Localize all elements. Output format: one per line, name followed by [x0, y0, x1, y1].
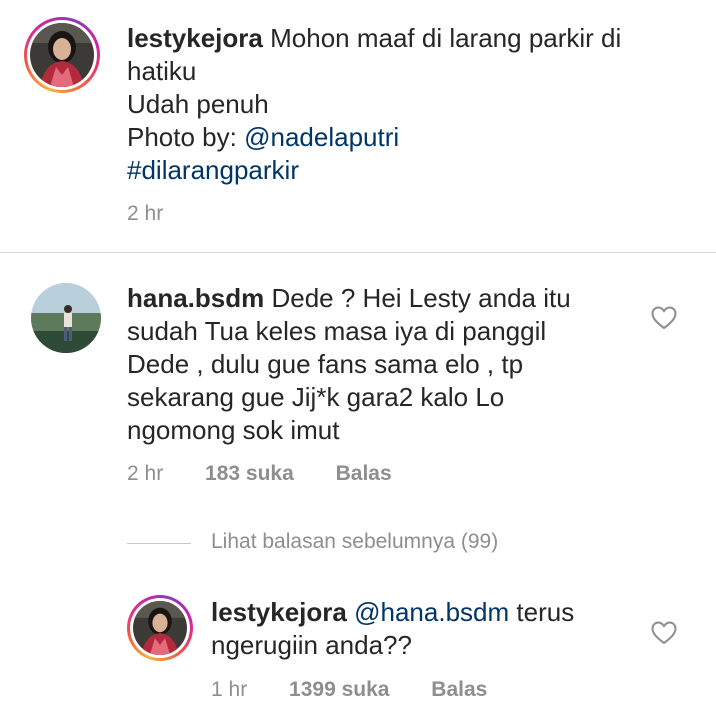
- avatar-photo: [133, 601, 187, 655]
- photo-credit-mention[interactable]: @nadelaputri: [244, 122, 399, 152]
- comment-like-count[interactable]: 183 suka: [205, 462, 294, 485]
- comment-text-line5: ngomong sok imut: [127, 415, 340, 445]
- replies-line: [127, 543, 191, 544]
- comment-meta: 2 hr 183 suka Balas: [127, 462, 392, 486]
- comment-timestamp: 2 hr: [127, 462, 164, 485]
- post-author-username[interactable]: lestykejora: [127, 23, 263, 53]
- caption-text: Mohon maaf di larang parkir di: [270, 23, 622, 53]
- view-previous-replies-button[interactable]: Lihat balasan sebelumnya (99): [211, 530, 498, 554]
- comment-text-line1: Dede ? Hei Lesty anda itu: [271, 283, 571, 313]
- reply-timestamp: 1 hr: [211, 678, 248, 701]
- avatar-photo: [31, 283, 101, 353]
- reply-reply-button[interactable]: Balas: [431, 678, 487, 701]
- reply-like-count[interactable]: 1399 suka: [289, 678, 389, 701]
- avatar-photo: [30, 23, 94, 87]
- post-author-avatar[interactable]: [24, 17, 100, 93]
- comment-reply-button[interactable]: Balas: [336, 462, 392, 485]
- post-caption: lestykejora Mohon maaf di larang parkir …: [127, 22, 697, 187]
- hashtag-link[interactable]: #dilarangparkir: [127, 154, 697, 187]
- comment-text-line2: sudah Tua keles masa iya di panggil: [127, 316, 547, 346]
- post-timestamp: 2 hr: [127, 202, 164, 225]
- photo-by-label: Photo by:: [127, 122, 237, 152]
- commenter-username[interactable]: hana.bsdm: [127, 283, 264, 313]
- comment-text-line3: Dede , dulu gue fans sama elo , tp: [127, 349, 524, 379]
- reply-like-button[interactable]: [651, 621, 677, 650]
- reply-author-avatar[interactable]: [127, 595, 193, 661]
- reply-author-username[interactable]: lestykejora: [211, 597, 347, 627]
- reply-text-line1: terus: [516, 597, 575, 627]
- reply-body: lestykejora @hana.bsdm terus ngerugiin a…: [211, 596, 641, 662]
- commenter-avatar[interactable]: [31, 283, 101, 353]
- caption-text-line3: Udah penuh: [127, 89, 269, 119]
- caption-divider: [0, 252, 716, 253]
- caption-text-line2: hatiku: [127, 56, 197, 86]
- heart-outline-icon: [651, 306, 677, 330]
- comment-text-line4: sekarang gue Jij*k gara2 kalo Lo: [127, 382, 505, 412]
- comment-like-button[interactable]: [651, 306, 677, 335]
- reply-mention[interactable]: @hana.bsdm: [354, 597, 509, 627]
- comment-body: hana.bsdm Dede ? Hei Lesty anda itu suda…: [127, 282, 647, 447]
- reply-meta: 1 hr 1399 suka Balas: [211, 678, 487, 702]
- heart-outline-icon: [651, 621, 677, 645]
- reply-text-line2: ngerugiin anda??: [211, 630, 412, 660]
